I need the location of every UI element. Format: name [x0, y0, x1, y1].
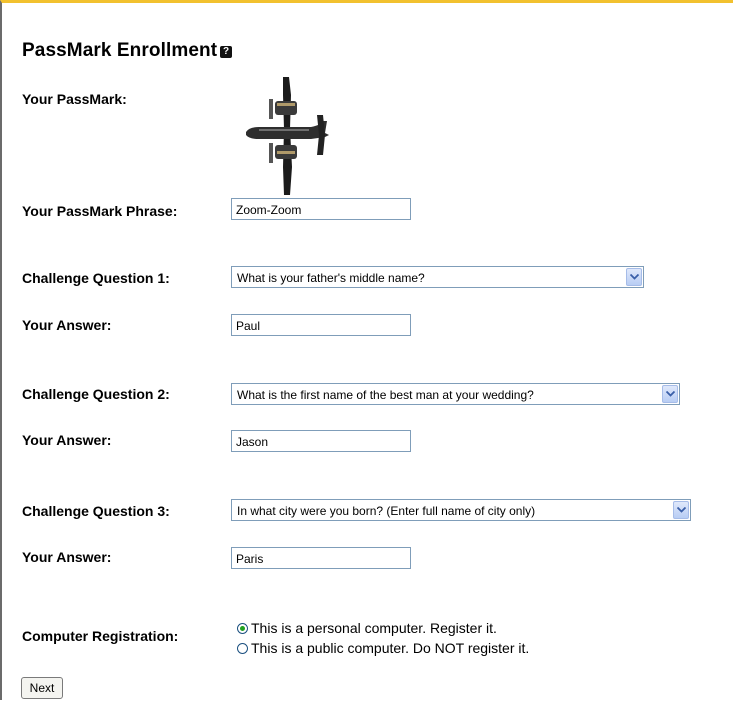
answer-3-input[interactable]: Paris	[231, 547, 411, 569]
registration-option-personal-label: This is a personal computer. Register it…	[251, 620, 497, 636]
passmark-phrase-input[interactable]: Zoom-Zoom	[231, 198, 411, 220]
answer-3-label: Your Answer:	[22, 549, 112, 565]
passmark-image	[246, 77, 329, 195]
registration-option-public-label: This is a public computer. Do NOT regist…	[251, 640, 530, 656]
answer-1-label: Your Answer:	[22, 317, 112, 333]
answer-2-input[interactable]: Jason	[231, 430, 411, 452]
challenge-question-2-label: Challenge Question 2:	[22, 386, 170, 402]
help-icon[interactable]: ?	[220, 46, 233, 58]
chevron-down-icon[interactable]	[662, 385, 678, 403]
passmark-phrase-label: Your PassMark Phrase:	[22, 203, 178, 219]
challenge-question-1-select[interactable]: What is your father's middle name?	[231, 266, 644, 288]
answer-2-label: Your Answer:	[22, 432, 112, 448]
challenge-question-3-select[interactable]: In what city were you born? (Enter full …	[231, 499, 691, 521]
answer-1-input[interactable]: Paul	[231, 314, 411, 336]
passmark-label: Your PassMark:	[22, 91, 127, 107]
page-title-text: PassMark Enrollment	[22, 40, 218, 61]
chevron-down-icon[interactable]	[673, 501, 689, 519]
challenge-question-2-value: What is the first name of the best man a…	[237, 388, 534, 402]
computer-registration-label: Computer Registration:	[22, 628, 179, 644]
radio-button-personal[interactable]	[237, 622, 248, 634]
challenge-question-3-value: In what city were you born? (Enter full …	[237, 504, 536, 518]
next-button[interactable]: Next	[21, 677, 63, 699]
challenge-question-3-label: Challenge Question 3:	[22, 503, 170, 519]
challenge-question-1-label: Challenge Question 1:	[22, 270, 170, 286]
page-title: PassMark Enrollment ?	[22, 40, 233, 62]
airplane-icon	[246, 77, 329, 195]
chevron-down-icon[interactable]	[626, 268, 642, 286]
radio-button-public[interactable]	[237, 642, 248, 654]
registration-option-personal[interactable]: This is a personal computer. Register it…	[237, 620, 497, 636]
registration-option-public[interactable]: This is a public computer. Do NOT regist…	[237, 640, 529, 656]
challenge-question-1-value: What is your father's middle name?	[237, 271, 425, 285]
challenge-question-2-select[interactable]: What is the first name of the best man a…	[231, 383, 680, 405]
